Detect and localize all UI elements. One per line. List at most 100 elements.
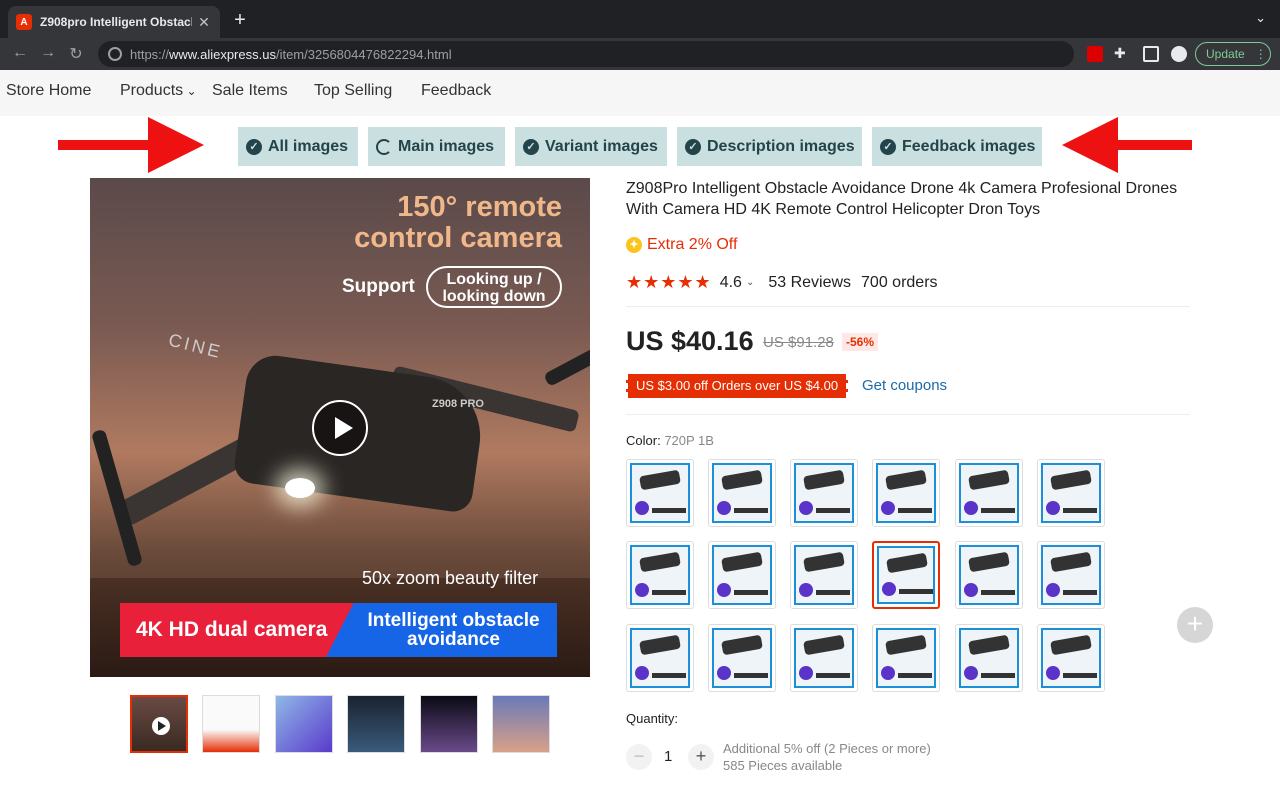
plus-circle-icon[interactable]: + <box>1177 607 1213 643</box>
quantity-decrease-button[interactable]: − <box>626 744 652 770</box>
swatch-badge <box>964 666 978 680</box>
products-label: Products <box>120 82 184 99</box>
zoom-text: 50x zoom beauty filter <box>362 568 539 588</box>
thumbnail-image[interactable] <box>202 695 260 753</box>
star-rating-icon: ★★★★★ <box>626 272 712 292</box>
quantity-value[interactable]: 1 <box>664 748 672 765</box>
color-swatch[interactable] <box>872 541 940 609</box>
thumbnail-video[interactable] <box>130 695 188 753</box>
swatch-caption-bar <box>816 508 850 513</box>
products-menu[interactable]: Products ⌄ <box>120 82 197 100</box>
site-info-icon[interactable] <box>108 47 122 61</box>
color-swatch[interactable] <box>1037 459 1105 527</box>
coupon-badge[interactable]: US $3.00 off Orders over US $4.00 <box>626 374 849 398</box>
thumbnail-image[interactable] <box>420 695 478 753</box>
swatch-image <box>794 463 854 523</box>
new-tab-icon[interactable]: + <box>230 10 250 30</box>
tab-search-chevron-icon[interactable]: ⌄ <box>1255 10 1266 26</box>
drone-propeller <box>543 322 590 388</box>
extension-red-icon[interactable] <box>1087 46 1103 62</box>
rating-value[interactable]: 4.6 <box>720 274 742 292</box>
thumbnail-image[interactable] <box>492 695 550 753</box>
forward-icon[interactable]: → <box>38 44 58 62</box>
banner-obstacle-avoidance: Intelligent obstacle avoidance <box>326 603 557 657</box>
extra-discount: ✦ Extra 2% Off <box>626 236 737 254</box>
profile-icon[interactable] <box>1171 46 1187 62</box>
chevron-down-icon: ⌄ <box>183 84 197 98</box>
swatch-drone <box>803 634 845 656</box>
main-product-image[interactable]: CINE Z908 PRO 150° remote control camera… <box>90 178 590 677</box>
quantity-increase-button[interactable]: + <box>688 744 714 770</box>
swatch-drone <box>721 551 763 573</box>
color-swatch[interactable] <box>790 624 858 692</box>
get-coupons-link[interactable]: Get coupons <box>862 377 947 394</box>
color-swatch[interactable] <box>708 624 776 692</box>
swatch-caption-bar <box>899 589 933 594</box>
address-bar[interactable]: https://www.aliexpress.us/item/325680447… <box>98 41 1074 67</box>
extra-off-label: Extra 2% Off <box>647 236 738 253</box>
color-swatch[interactable] <box>626 459 694 527</box>
tab-title: Z908pro Intelligent Obstacle A <box>40 15 192 29</box>
swatch-image <box>877 546 935 604</box>
side-panel-icon[interactable] <box>1143 46 1159 62</box>
back-icon[interactable]: ← <box>10 44 30 62</box>
description-images-button[interactable]: ✓ Description images <box>677 127 862 166</box>
swatch-drone <box>721 469 763 491</box>
video-play-icon[interactable] <box>312 400 368 456</box>
swatch-caption-bar <box>1063 508 1097 513</box>
swatch-image <box>1041 628 1101 688</box>
color-swatch[interactable] <box>626 624 694 692</box>
update-button[interactable]: Update ⋮ <box>1195 42 1271 66</box>
color-swatch[interactable] <box>955 459 1023 527</box>
banner-right-line1: Intelligent obstacle <box>367 610 540 631</box>
swatch-badge <box>799 583 813 597</box>
browser-toolbar: ← → ↻ https://www.aliexpress.us/item/325… <box>0 38 1280 70</box>
chevron-down-icon[interactable]: ⌄ <box>746 277 754 288</box>
store-nav: Store Home Products ⌄ Sale Items Top Sel… <box>0 70 1280 116</box>
store-home-link[interactable]: Store Home <box>6 82 91 100</box>
extensions-puzzle-icon[interactable]: ✚ <box>1114 45 1130 61</box>
color-swatch[interactable] <box>708 541 776 609</box>
feedback-link[interactable]: Feedback <box>421 82 491 100</box>
swatch-badge <box>635 583 649 597</box>
thumbnail-image[interactable] <box>347 695 405 753</box>
color-swatch[interactable] <box>872 459 940 527</box>
main-images-button[interactable]: Main images <box>368 127 505 166</box>
more-menu-icon[interactable]: ⋮ <box>1255 47 1267 61</box>
color-swatch[interactable] <box>1037 624 1105 692</box>
swatch-badge <box>717 666 731 680</box>
top-selling-link[interactable]: Top Selling <box>314 82 392 100</box>
color-swatch[interactable] <box>955 624 1023 692</box>
color-swatch[interactable] <box>790 541 858 609</box>
color-label: Color: 720P 1B <box>626 433 714 448</box>
original-price: US $91.28 <box>763 334 834 351</box>
swatch-drone <box>1050 469 1092 491</box>
color-swatch[interactable] <box>1037 541 1105 609</box>
swatch-image <box>959 463 1019 523</box>
swatch-drone <box>639 469 681 491</box>
all-images-button[interactable]: ✓ All images <box>238 127 358 166</box>
drone-light <box>285 478 315 498</box>
color-swatch[interactable] <box>872 624 940 692</box>
color-swatch[interactable] <box>708 459 776 527</box>
pill-line2: looking down <box>442 288 546 305</box>
sale-items-link[interactable]: Sale Items <box>212 82 288 100</box>
swatch-caption-bar <box>816 673 850 678</box>
swatch-badge <box>964 501 978 515</box>
feedback-images-button[interactable]: ✓ Feedback images <box>872 127 1042 166</box>
color-swatch[interactable] <box>790 459 858 527</box>
thumbnail-image[interactable] <box>275 695 333 753</box>
variant-images-button[interactable]: ✓ Variant images <box>515 127 667 166</box>
swatch-drone <box>968 634 1010 656</box>
swatch-caption-bar <box>652 508 686 513</box>
swatch-caption-bar <box>898 508 932 513</box>
reviews-link[interactable]: 53 Reviews <box>768 274 851 292</box>
color-swatch[interactable] <box>955 541 1023 609</box>
close-tab-icon[interactable]: ✕ <box>196 14 212 31</box>
swatch-caption-bar <box>981 590 1015 595</box>
color-value: 720P 1B <box>664 433 714 448</box>
browser-tab[interactable]: A Z908pro Intelligent Obstacle A ✕ <box>8 6 220 38</box>
reload-icon[interactable]: ↻ <box>66 44 86 64</box>
color-swatch[interactable] <box>626 541 694 609</box>
description-images-label: Description images <box>707 137 855 155</box>
